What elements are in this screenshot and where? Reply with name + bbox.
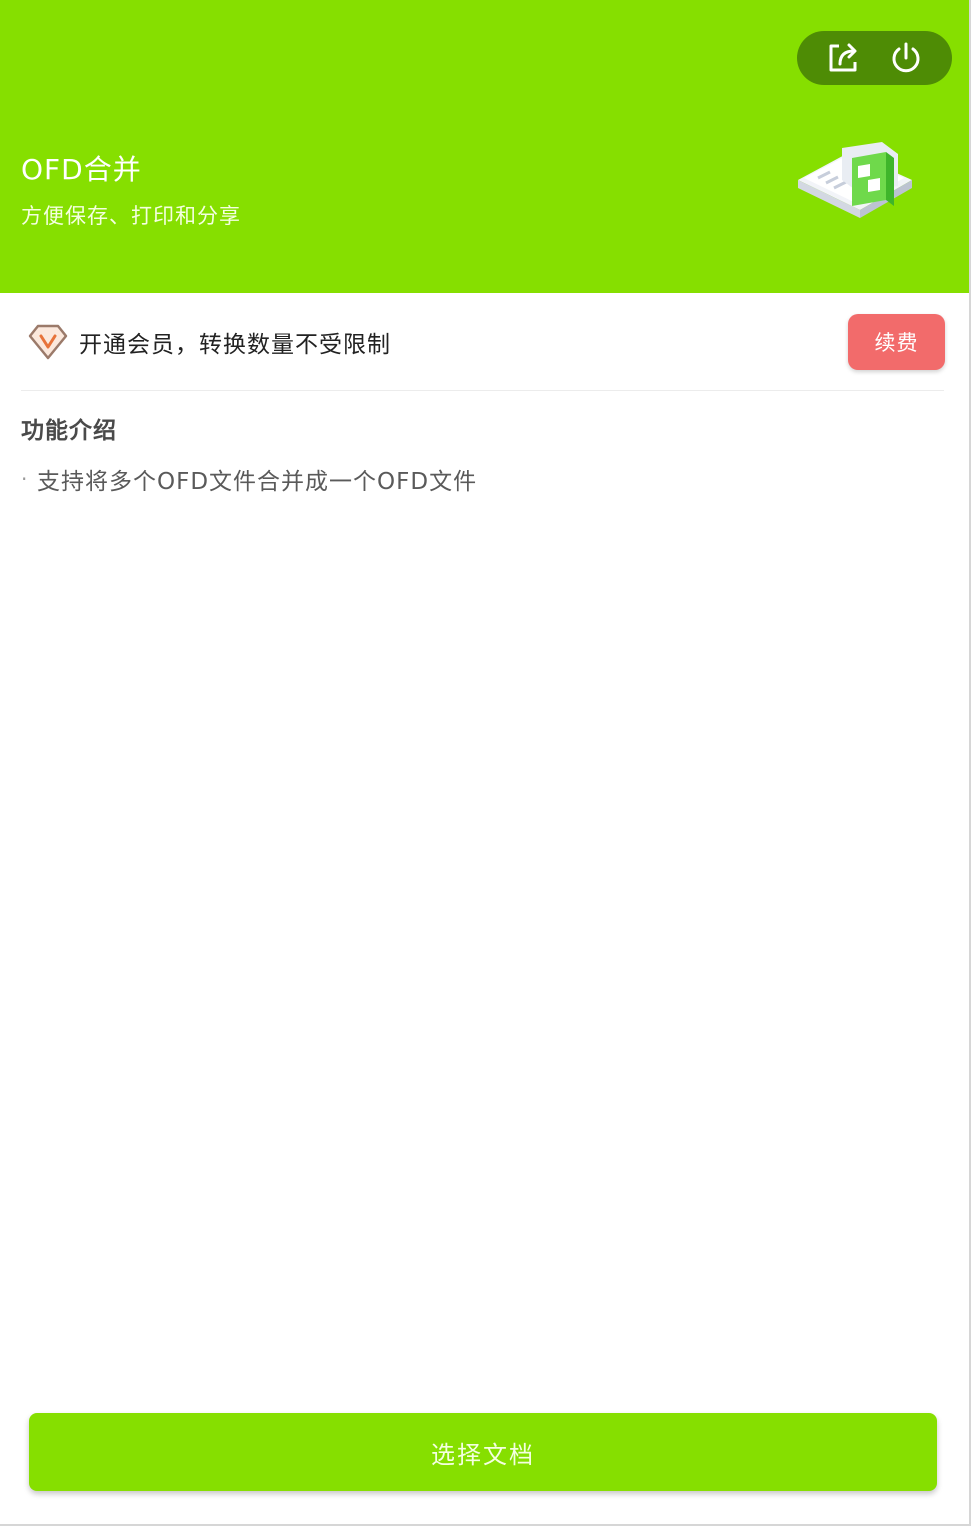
app-window: OFD合并 方便保存、打印和分享 开通会员，转换数量不受限制 续费 功能介绍 ·… (0, 0, 971, 1526)
membership-promo-text: 开通会员，转换数量不受限制 (79, 332, 391, 358)
bullet: · (21, 467, 29, 491)
header-banner: OFD合并 方便保存、打印和分享 (0, 0, 969, 293)
vip-diamond-icon (28, 324, 68, 360)
select-document-button[interactable]: 选择文档 (29, 1413, 937, 1491)
divider (21, 390, 944, 391)
feature-item: · 支持将多个OFD文件合并成一个OFD文件 (21, 462, 477, 496)
power-icon (892, 42, 920, 73)
page-subtitle: 方便保存、打印和分享 (21, 204, 241, 228)
features-heading: 功能介绍 (21, 418, 117, 444)
share-icon (829, 43, 857, 72)
share-button[interactable] (823, 38, 863, 78)
feature-text: 支持将多个OFD文件合并成一个OFD文件 (37, 469, 478, 495)
power-button[interactable] (886, 38, 926, 78)
membership-banner: 开通会员，转换数量不受限制 续费 (0, 293, 969, 391)
page-title: OFD合并 (21, 153, 142, 186)
renew-button[interactable]: 续费 (848, 314, 945, 370)
document-merge-illustration (798, 142, 912, 218)
window-controls (797, 31, 952, 85)
